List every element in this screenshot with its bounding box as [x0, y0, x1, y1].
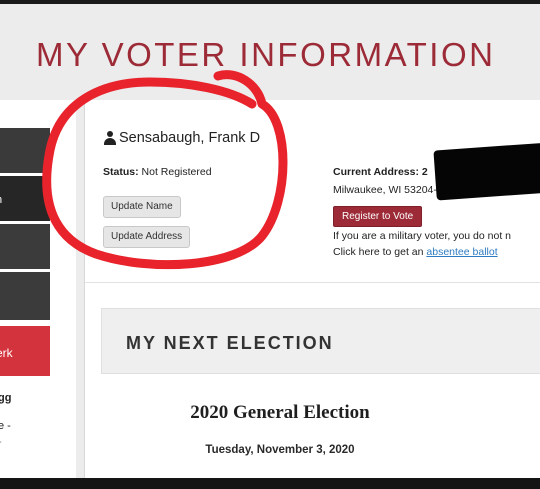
update-name-button[interactable]: Update Name [103, 196, 181, 218]
sidebar-item-4[interactable] [0, 272, 50, 320]
status-label: Status: [103, 166, 139, 178]
voter-name: Sensabaugh, Frank D [103, 130, 260, 146]
sidebar-note: gg [0, 392, 12, 404]
next-election-header: MY NEXT ELECTION [101, 308, 540, 374]
election-name: 2020 General Election [190, 402, 370, 423]
sidebar-item-clerk[interactable]: erk [0, 326, 50, 376]
redaction-mark [433, 141, 540, 201]
register-to-vote-button[interactable]: Register to Vote [333, 206, 423, 227]
sidebar-item-2[interactable]: n [0, 176, 50, 221]
sidebar-note: - [0, 436, 2, 448]
next-election-heading: MY NEXT ELECTION [126, 333, 334, 353]
section-divider [85, 282, 540, 283]
person-icon [103, 131, 117, 145]
update-address-button[interactable]: Update Address [103, 226, 191, 248]
browser-screen: MY VOTER INFORMATION n erk gg e - - Sens… [0, 4, 540, 478]
status-value: Not Registered [141, 166, 212, 178]
sidebar-item-1[interactable] [0, 128, 50, 173]
voter-name-text: Sensabaugh, Frank D [119, 130, 261, 146]
sidebar-item-3[interactable] [0, 224, 50, 269]
military-voter-text: If you are a military voter, you do not … [333, 230, 512, 242]
sidebar-item-label: erk [0, 346, 13, 360]
sidebar: n erk gg e - - [0, 100, 76, 478]
screen-bezel [0, 478, 540, 489]
registration-status: Status: Not Registered [103, 166, 212, 178]
voter-info-panel: Sensabaugh, Frank D Status: Not Register… [84, 100, 540, 478]
absentee-text: Click here to get an absentee ballot [333, 246, 498, 258]
sidebar-item-label: n [0, 194, 50, 206]
current-address-label: Current Address: 2 [333, 166, 428, 178]
absentee-ballot-link[interactable]: absentee ballot [426, 246, 497, 258]
page-title: MY VOTER INFORMATION [36, 36, 496, 73]
sidebar-note: e - [0, 420, 11, 432]
election-date: Tuesday, November 3, 2020 [205, 444, 355, 456]
absentee-prefix: Click here to get an [333, 246, 427, 258]
